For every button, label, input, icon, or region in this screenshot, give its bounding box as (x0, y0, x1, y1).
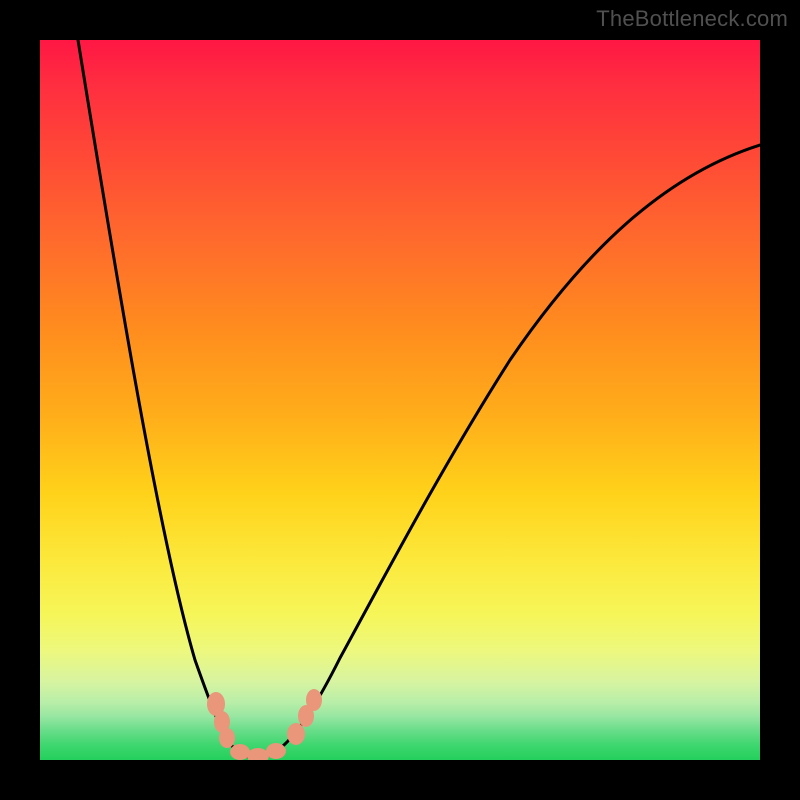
chart-svg (40, 40, 760, 760)
watermark-text: TheBottleneck.com (596, 6, 788, 32)
marker-group (207, 689, 322, 760)
marker-dot (219, 728, 235, 748)
marker-dot (266, 743, 286, 759)
bottleneck-curve (78, 40, 760, 758)
chart-frame: TheBottleneck.com (0, 0, 800, 800)
marker-dot (230, 744, 250, 760)
marker-dot (306, 689, 322, 711)
marker-dot (247, 748, 269, 760)
marker-dot (287, 723, 305, 745)
plot-area (40, 40, 760, 760)
